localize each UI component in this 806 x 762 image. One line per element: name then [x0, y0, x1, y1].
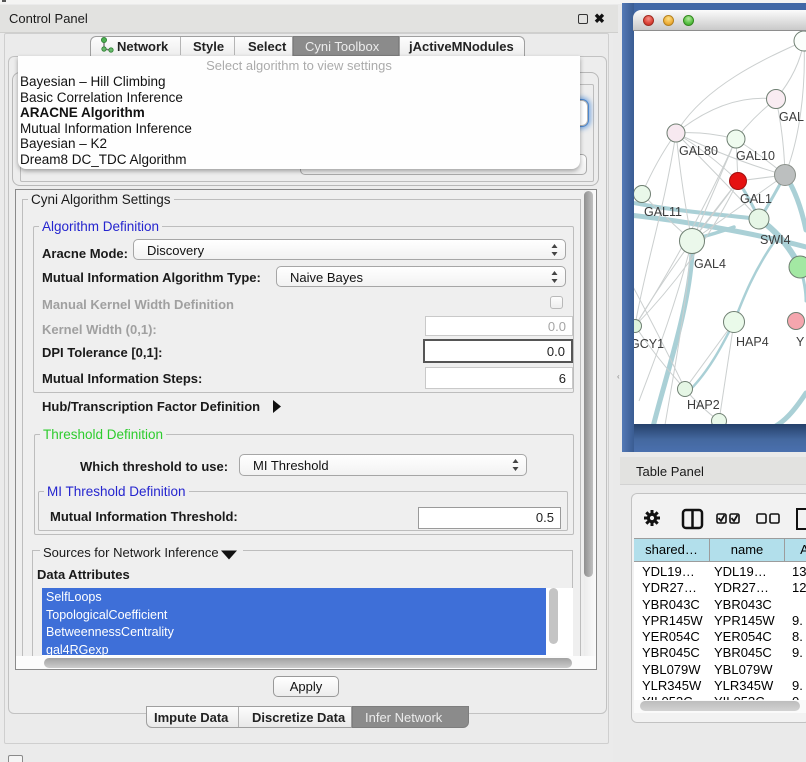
svg-text:GAL10: GAL10 — [736, 149, 775, 163]
svg-text:SWI4: SWI4 — [760, 233, 791, 247]
svg-text:GAL: GAL — [779, 110, 804, 124]
svg-text:GAL80: GAL80 — [679, 144, 718, 158]
svg-text:GAL1: GAL1 — [740, 192, 772, 206]
svg-text:GCY1: GCY1 — [634, 337, 664, 351]
svg-text:Y: Y — [796, 335, 805, 349]
svg-text:HAP2: HAP2 — [687, 398, 720, 412]
svg-text:HAP4: HAP4 — [736, 335, 769, 349]
svg-text:GAL11: GAL11 — [644, 205, 682, 219]
svg-text:GAL4: GAL4 — [694, 257, 726, 271]
